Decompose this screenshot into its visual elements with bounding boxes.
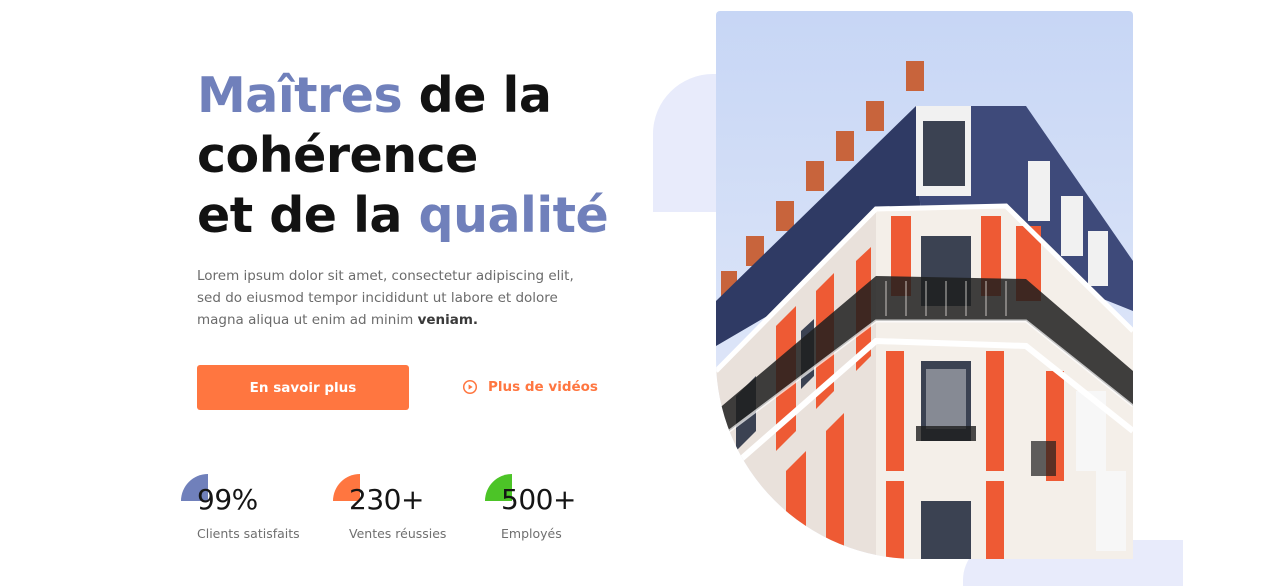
more-videos-label: Plus de vidéos bbox=[488, 379, 598, 395]
stat-satisfied-clients: 99% Clients satisfaits bbox=[181, 474, 300, 541]
hero-lead-bold: veniam. bbox=[417, 312, 479, 328]
stat-value: 99% bbox=[197, 483, 258, 516]
more-videos-button[interactable]: Plus de vidéos bbox=[462, 377, 598, 397]
play-circle-icon bbox=[462, 379, 478, 395]
hero-title-accent-1: Maîtres bbox=[197, 67, 403, 124]
stat-value: 500+ bbox=[501, 483, 576, 516]
stat-value: 230+ bbox=[349, 483, 424, 516]
stat-label: Ventes réussies bbox=[349, 526, 447, 541]
stat-successful-sales: 230+ Ventes réussies bbox=[333, 474, 447, 541]
hero-lead-body: Lorem ipsum dolor sit amet, consectetur … bbox=[197, 268, 574, 328]
hero-title-part-3: et de la bbox=[197, 187, 419, 244]
hero-lead-text: Lorem ipsum dolor sit amet, consectetur … bbox=[197, 265, 597, 331]
building-photo bbox=[716, 11, 1133, 559]
hero-title: Maîtres de la cohérence et de la qualité bbox=[197, 66, 667, 246]
hero-title-part-2: cohérence bbox=[197, 127, 478, 184]
stat-label: Employés bbox=[501, 526, 562, 541]
hero-title-part-1: de la bbox=[402, 67, 552, 124]
learn-more-button[interactable]: En savoir plus bbox=[197, 365, 409, 410]
hero-title-accent-2: qualité bbox=[418, 187, 609, 244]
stat-label: Clients satisfaits bbox=[197, 526, 300, 541]
stat-employees: 500+ Employés bbox=[485, 474, 576, 541]
